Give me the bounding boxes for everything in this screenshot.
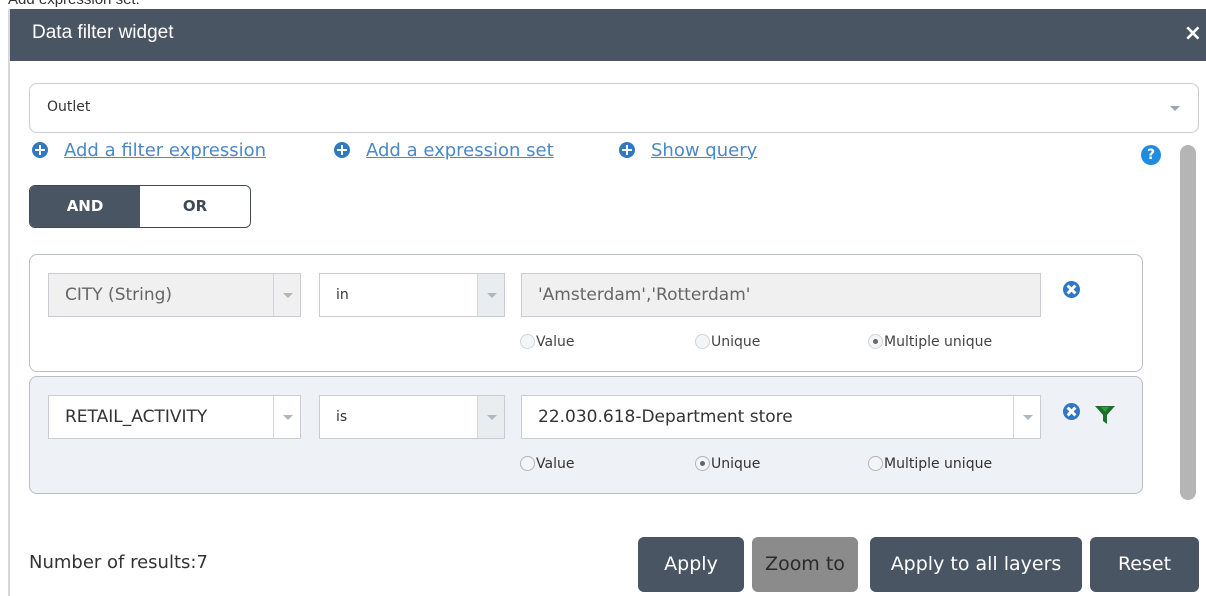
scrollbar[interactable] xyxy=(1180,145,1196,500)
field-select[interactable]: CITY (String) xyxy=(48,273,301,317)
value-type-radios: Value Unique Multiple unique xyxy=(520,334,1040,354)
widget-title: Data filter widget xyxy=(32,22,174,43)
field-select[interactable]: RETAIL_ACTIVITY xyxy=(48,395,301,439)
chevron-down-icon xyxy=(283,293,293,298)
operator-select-value: in xyxy=(336,287,349,303)
add-filter-expression-link[interactable]: Add a filter expression xyxy=(64,140,266,161)
zoom-to-button[interactable]: Zoom to xyxy=(752,537,858,592)
field-select-value: CITY (String) xyxy=(65,285,173,305)
radio-label: Value xyxy=(536,334,575,350)
or-toggle-button[interactable]: OR xyxy=(140,186,250,227)
radio-multiple-unique[interactable]: Multiple unique xyxy=(868,334,992,350)
operator-select[interactable]: in xyxy=(319,273,505,317)
value-select-value: 22.030.618-Department store xyxy=(538,407,793,427)
radio-dot xyxy=(868,334,883,349)
radio-label: Unique xyxy=(711,334,761,350)
page-caption: Add expression set: xyxy=(8,0,140,8)
chevron-down-icon xyxy=(283,415,293,420)
chevron-down-icon xyxy=(487,415,497,420)
field-select-arrow xyxy=(273,396,300,438)
widget-titlebar: Data filter widget × xyxy=(10,9,1206,61)
show-query-link[interactable]: Show query xyxy=(651,140,757,161)
filter-expression: CITY (String) in 'Amsterdam','Rotterdam'… xyxy=(29,254,1143,372)
value-input[interactable]: 'Amsterdam','Rotterdam' xyxy=(521,273,1041,317)
plus-circle-icon[interactable] xyxy=(334,142,350,158)
radio-dot xyxy=(520,334,535,349)
value-input-text: 'Amsterdam','Rotterdam' xyxy=(538,285,751,305)
logic-toggle: AND OR xyxy=(29,185,251,228)
apply-button[interactable]: Apply xyxy=(638,537,744,592)
radio-value[interactable]: Value xyxy=(520,456,574,472)
radio-multiple-unique[interactable]: Multiple unique xyxy=(868,456,992,472)
operator-select[interactable]: is xyxy=(319,395,505,439)
plus-circle-icon[interactable] xyxy=(619,142,635,158)
field-select-value: RETAIL_ACTIVITY xyxy=(65,407,208,427)
add-expression-set-link[interactable]: Add a expression set xyxy=(366,140,554,161)
value-select[interactable]: 22.030.618-Department store xyxy=(521,395,1041,439)
radio-label: Unique xyxy=(711,456,761,472)
apply-to-all-layers-button[interactable]: Apply to all layers xyxy=(870,537,1082,592)
radio-unique[interactable]: Unique xyxy=(695,456,760,472)
radio-unique[interactable]: Unique xyxy=(695,334,760,350)
filter-expression: RETAIL_ACTIVITY is 22.030.618-Department… xyxy=(29,376,1143,494)
data-filter-widget: Data filter widget × Outlet Add a filter… xyxy=(8,9,1206,596)
radio-label: Multiple unique xyxy=(884,456,993,472)
reset-button[interactable]: Reset xyxy=(1090,537,1199,592)
plus-circle-icon[interactable] xyxy=(32,142,48,158)
radio-label: Multiple unique xyxy=(884,334,993,350)
radio-dot xyxy=(695,456,710,471)
layer-select[interactable]: Outlet xyxy=(29,83,1199,133)
field-select-arrow xyxy=(273,274,300,316)
and-toggle-button[interactable]: AND xyxy=(30,186,140,227)
chevron-down-icon xyxy=(1170,106,1180,111)
value-select-arrow xyxy=(1013,396,1040,438)
chevron-down-icon xyxy=(487,293,497,298)
value-type-radios: Value Unique Multiple unique xyxy=(520,456,1040,476)
close-icon[interactable]: × xyxy=(1184,21,1202,46)
results-count: Number of results:7 xyxy=(29,552,208,573)
help-icon[interactable]: ? xyxy=(1141,145,1161,165)
radio-dot xyxy=(695,334,710,349)
remove-expression-icon[interactable] xyxy=(1063,403,1080,420)
remove-expression-icon[interactable] xyxy=(1063,281,1080,298)
operator-select-value: is xyxy=(336,409,348,425)
filter-funnel-icon[interactable] xyxy=(1094,404,1116,426)
radio-value[interactable]: Value xyxy=(520,334,574,350)
radio-label: Value xyxy=(536,456,575,472)
layer-select-value: Outlet xyxy=(47,99,91,115)
radio-dot xyxy=(868,456,883,471)
radio-dot xyxy=(520,456,535,471)
chevron-down-icon xyxy=(1023,415,1033,420)
operator-select-arrow xyxy=(477,396,504,438)
operator-select-arrow xyxy=(477,274,504,316)
